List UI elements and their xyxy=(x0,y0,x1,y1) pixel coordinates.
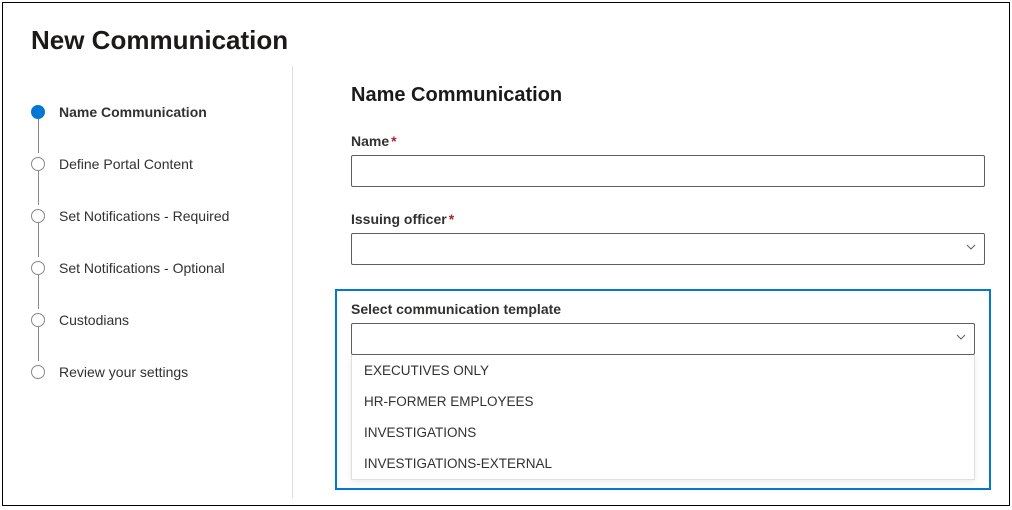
step-label: Set Notifications - Required xyxy=(59,208,229,224)
step-indicator-icon xyxy=(31,105,45,119)
step-label: Custodians xyxy=(59,312,129,328)
required-marker: * xyxy=(391,133,396,149)
step-indicator-icon xyxy=(31,157,45,171)
template-option[interactable]: INVESTIGATIONS-EXTERNAL xyxy=(352,448,974,479)
step-label: Set Notifications - Optional xyxy=(59,260,225,276)
step-indicator-icon xyxy=(31,365,45,379)
step-define-portal-content[interactable]: Define Portal Content xyxy=(31,138,292,190)
step-label: Name Communication xyxy=(59,104,207,120)
name-label: Name* xyxy=(351,133,985,149)
section-title: Name Communication xyxy=(351,84,985,107)
step-connector xyxy=(38,327,39,361)
step-set-notifications-optional[interactable]: Set Notifications - Optional xyxy=(31,242,292,294)
template-label: Select communication template xyxy=(351,301,975,317)
step-connector xyxy=(38,119,39,153)
name-input[interactable] xyxy=(351,155,985,187)
name-label-text: Name xyxy=(351,133,389,149)
template-select-wrapper xyxy=(351,323,975,355)
template-highlight: Select communication template EXECUTIVES… xyxy=(335,289,991,490)
name-field-group: Name* xyxy=(351,133,985,187)
template-option[interactable]: HR-FORMER EMPLOYEES xyxy=(352,386,974,417)
template-select[interactable] xyxy=(351,323,975,355)
required-marker: * xyxy=(449,211,454,227)
template-dropdown-list: EXECUTIVES ONLY HR-FORMER EMPLOYEES INVE… xyxy=(351,355,975,480)
page-title: New Communication xyxy=(3,3,1009,66)
form-panel: Name Communication Name* Issuing officer… xyxy=(293,66,1009,498)
step-label: Define Portal Content xyxy=(59,156,193,172)
officer-select[interactable] xyxy=(351,233,985,265)
step-connector xyxy=(38,223,39,257)
step-indicator-icon xyxy=(31,261,45,275)
officer-label: Issuing officer* xyxy=(351,211,985,227)
template-option[interactable]: INVESTIGATIONS xyxy=(352,417,974,448)
wizard-steps-sidebar: Name Communication Define Portal Content… xyxy=(3,66,293,498)
template-option[interactable]: EXECUTIVES ONLY xyxy=(352,355,974,386)
step-label: Review your settings xyxy=(59,364,188,380)
step-custodians[interactable]: Custodians xyxy=(31,294,292,346)
step-indicator-icon xyxy=(31,209,45,223)
step-review-settings[interactable]: Review your settings xyxy=(31,346,292,398)
officer-field-group: Issuing officer* xyxy=(351,211,985,265)
step-connector xyxy=(38,171,39,205)
step-name-communication[interactable]: Name Communication xyxy=(31,86,292,138)
step-indicator-icon xyxy=(31,313,45,327)
officer-select-wrapper xyxy=(351,233,985,265)
step-connector xyxy=(38,275,39,309)
step-set-notifications-required[interactable]: Set Notifications - Required xyxy=(31,190,292,242)
officer-label-text: Issuing officer xyxy=(351,211,447,227)
